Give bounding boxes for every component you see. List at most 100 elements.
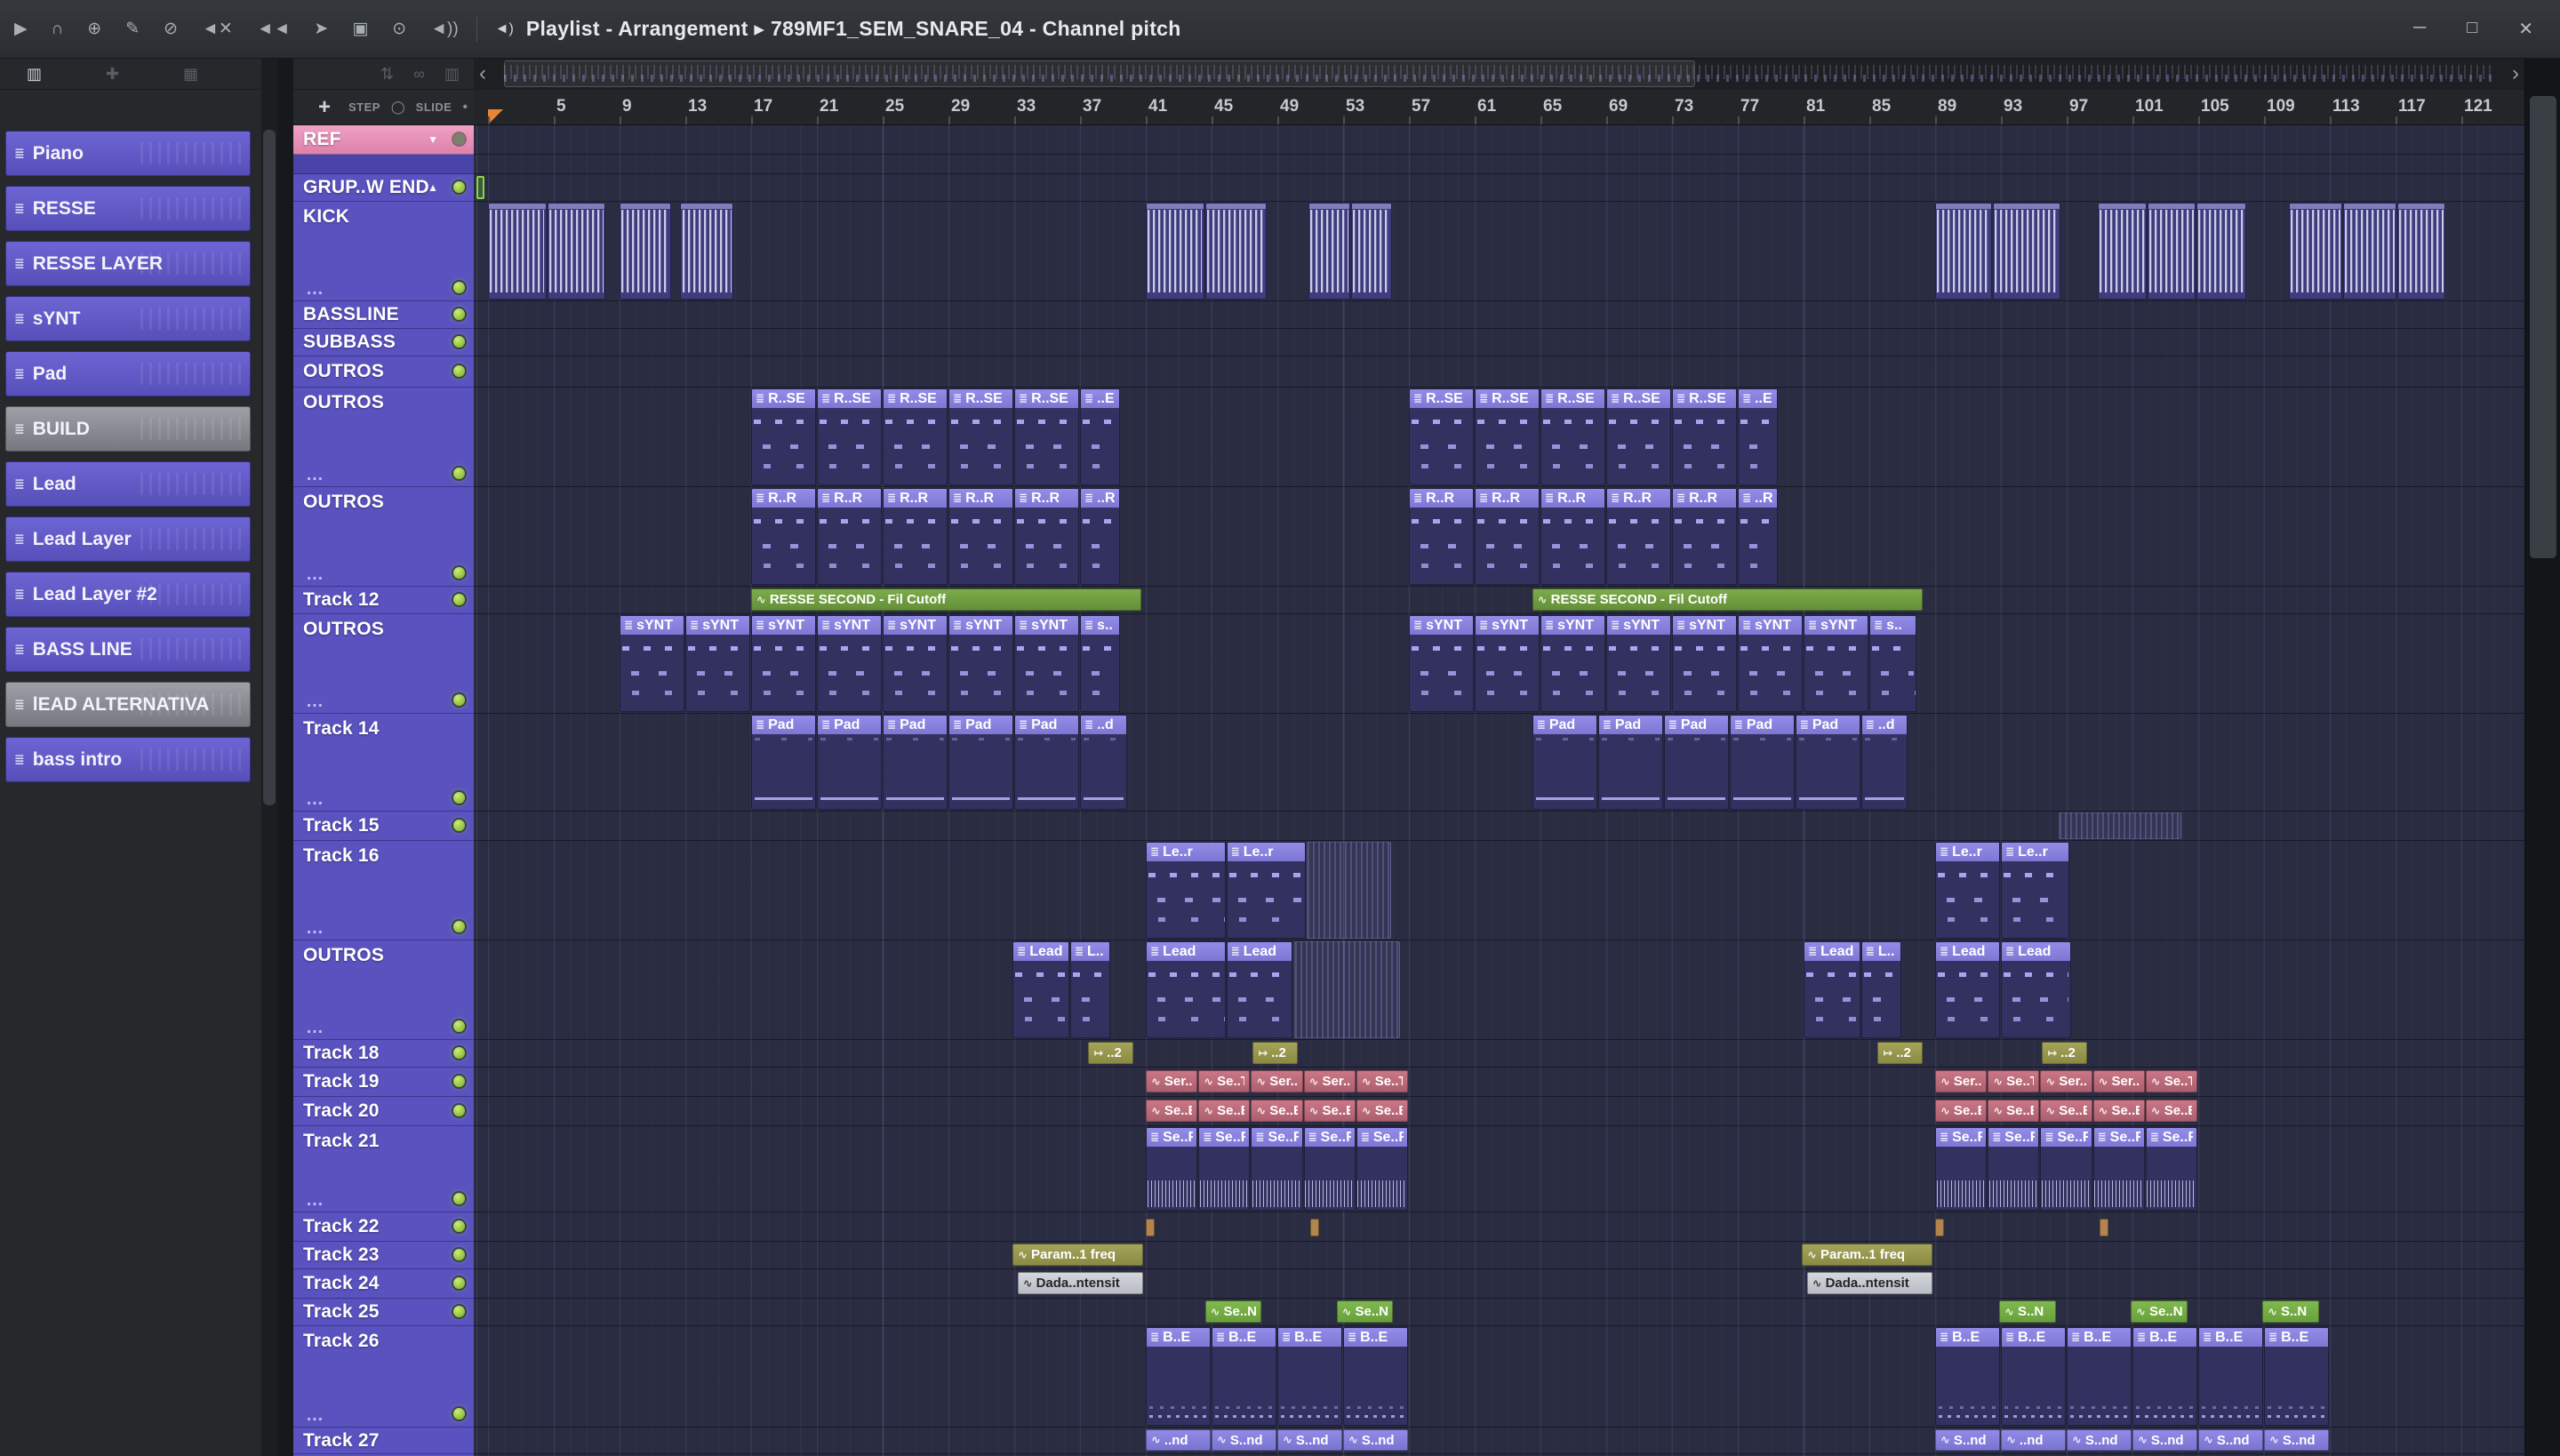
automation-clip[interactable]: ∿Ser..T (1146, 1070, 1198, 1092)
vertical-scrollbar-thumb[interactable] (2530, 96, 2556, 558)
pattern-selector[interactable]: REF ▼ (293, 125, 474, 155)
slide-link-icon[interactable]: ∞ (413, 65, 425, 84)
pattern-clip[interactable]: ≣ Lead (1226, 941, 1293, 1038)
track-name-cell[interactable]: Track 21… (293, 1126, 474, 1212)
track-name-cell[interactable]: OUTROS… (293, 614, 474, 714)
pattern-clip[interactable]: ≣ L.. (1860, 941, 1901, 1038)
mute-led[interactable] (453, 1193, 465, 1204)
picker-scrollbar[interactable] (261, 59, 277, 1456)
pattern-clip[interactable]: ≣ sYNT (1540, 615, 1605, 712)
track-name-cell[interactable]: KICK… (293, 202, 474, 301)
pattern-clip[interactable]: ≣ s.. (1869, 615, 1916, 712)
automation-clip[interactable]: ∿ S..nd (1343, 1429, 1408, 1451)
track-name-cell[interactable]: Track 20 (293, 1097, 474, 1126)
mute-led[interactable] (453, 282, 465, 293)
pattern-clip[interactable]: ≣ Pad (1795, 715, 1860, 810)
pattern-clip[interactable]: ≣ B..E (1343, 1327, 1408, 1426)
pattern-clip[interactable]: ≣ Lead (1804, 941, 1860, 1038)
pattern-clip[interactable]: ≣ L.. (1069, 941, 1111, 1038)
picker-item[interactable]: ≣ lEAD ALTERNATIVA (5, 682, 251, 727)
pattern-clip[interactable]: ≣ R..SE (1409, 388, 1474, 485)
pattern-clip[interactable]: ≣Se..R (2145, 1127, 2197, 1211)
picker-item[interactable]: ≣ Lead Layer (5, 516, 251, 562)
headphones-icon[interactable]: ∩ (52, 20, 64, 39)
audio-clip[interactable] (2288, 203, 2342, 300)
automation-clip[interactable]: ∿Se..E (1988, 1100, 2040, 1122)
minimize-button[interactable]: ─ (2413, 18, 2426, 40)
pattern-clip[interactable]: ≣Se..R (1251, 1127, 1303, 1211)
automation-clip[interactable]: ∿ S..N (1999, 1300, 2056, 1323)
automation-clip[interactable]: ∿ S..nd (2132, 1429, 2197, 1451)
picker-item[interactable]: ≣ Lead Layer #2 (5, 572, 251, 617)
automation-clip[interactable]: ∿ Dada..ntensit (1806, 1272, 1933, 1294)
pattern-clip[interactable]: ≣ R..R (1475, 488, 1540, 585)
automation-clip[interactable]: ∿ Se..N (1336, 1300, 1394, 1323)
pattern-clip[interactable]: ≣ B..E (2264, 1327, 2329, 1426)
automation-clip[interactable]: ∿Ser..T (2040, 1070, 2092, 1092)
mute-led[interactable] (453, 1105, 465, 1116)
pattern-clip[interactable]: ≣Se..R (1988, 1127, 2040, 1211)
mute-led[interactable] (453, 1220, 465, 1232)
pattern-clip[interactable]: ≣ R..SE (948, 388, 1013, 485)
pattern-clip[interactable]: ≣ Pad (1014, 715, 1079, 810)
zoom-icon[interactable]: ⊙ (392, 19, 406, 39)
pattern-clip[interactable]: ≣ sYNT (1672, 615, 1737, 712)
pattern-clip[interactable]: ≣ Lead (1935, 941, 2000, 1038)
mute-led[interactable] (453, 694, 465, 706)
mute-led[interactable] (453, 567, 465, 579)
pattern-clip[interactable]: ≣ R..R (817, 488, 882, 585)
pattern-clip[interactable]: ≣ R..R (1672, 488, 1737, 585)
picker-item[interactable]: ≣ RESSE (5, 186, 251, 231)
automation-clip[interactable]: ∿Se..E (1251, 1100, 1303, 1122)
automation-clip[interactable]: ∿Ser..T (1303, 1070, 1356, 1092)
automation-clip[interactable]: ∿ S..N (2262, 1300, 2319, 1323)
track-name-cell[interactable]: Track 15 (293, 812, 474, 841)
play-icon[interactable]: ▶ (14, 19, 28, 39)
automation-clip[interactable]: ∿ Se..N (2131, 1300, 2188, 1323)
audio-clip[interactable] (2098, 203, 2147, 300)
pattern-clip[interactable]: ≣Se..R (1198, 1127, 1251, 1211)
bricks-view-icon[interactable]: ▥ (27, 65, 42, 84)
maximize-button[interactable]: □ (2467, 18, 2477, 40)
picker-item[interactable]: ≣ Pad (5, 351, 251, 396)
automation-clip[interactable]: ∿Se..T (1988, 1070, 2040, 1092)
pattern-clip[interactable]: ≣ Pad (948, 715, 1013, 810)
pattern-clip[interactable]: ≣ ..d (1080, 715, 1127, 810)
playlist-grid[interactable]: ≣ R..SE ≣ R..SE ≣ R..SE ≣ R..SE ≣ R..SE ≣ ..E ≣ R..SE… (474, 125, 2524, 1456)
picker-item[interactable]: ≣ Piano (5, 131, 251, 176)
pattern-clip[interactable]: ≣ sYNT (1738, 615, 1803, 712)
track-name-cell[interactable]: OUTROS… (293, 388, 474, 487)
pattern-clip[interactable]: ≣ sYNT (620, 615, 684, 712)
audio-clip[interactable] (2196, 203, 2247, 300)
pattern-clip[interactable]: ≣ sYNT (751, 615, 816, 712)
pattern-clip[interactable]: ≣ R..R (883, 488, 948, 585)
collapse-arrow-icon[interactable]: ▲ (428, 181, 438, 194)
pattern-clip[interactable]: ≣ sYNT (1804, 615, 1868, 712)
pattern-clip[interactable]: ≣ Pad (1597, 715, 1663, 810)
mute-led[interactable] (453, 1249, 465, 1260)
marker-clip[interactable] (1935, 1218, 1944, 1236)
pattern-clip[interactable]: ≣ R..SE (751, 388, 816, 485)
pattern-clip[interactable]: ≣ Pad (1729, 715, 1795, 810)
audio-clip[interactable] (1351, 203, 1392, 300)
track-name-cell[interactable]: Track 14… (293, 714, 474, 812)
track-name-cell[interactable]: BASSLINE (293, 301, 474, 329)
mute-led[interactable] (453, 1047, 465, 1059)
pattern-clip[interactable]: ≣ R..SE (1540, 388, 1605, 485)
automation-clip[interactable]: ∿Se..E (1935, 1100, 1988, 1122)
automation-clip[interactable]: ∿Se..E (1356, 1100, 1408, 1122)
pattern-clip[interactable]: ≣ R..R (751, 488, 816, 585)
automation-clip[interactable]: ∿Se..E (1303, 1100, 1356, 1122)
pattern-clip[interactable]: ≣ sYNT (883, 615, 948, 712)
picker-item[interactable]: ≣ RESSE LAYER (5, 241, 251, 286)
rewind-icon[interactable]: ◄◄ (257, 20, 291, 39)
track-name-cell[interactable]: Track 25 (293, 1299, 474, 1326)
pattern-clip[interactable]: ≣ sYNT (1475, 615, 1540, 712)
automation-clip[interactable]: ∿Ser..T (1935, 1070, 1988, 1092)
pattern-clip[interactable]: ≣ B..E (2067, 1327, 2132, 1426)
audio-clip[interactable] (620, 203, 672, 300)
mute-speaker-icon[interactable]: ◄✕ (202, 19, 233, 39)
mute-led[interactable] (453, 468, 465, 479)
audio-clip[interactable] (1308, 203, 1351, 300)
automation-clip[interactable]: ∿ S..nd (1212, 1429, 1276, 1451)
